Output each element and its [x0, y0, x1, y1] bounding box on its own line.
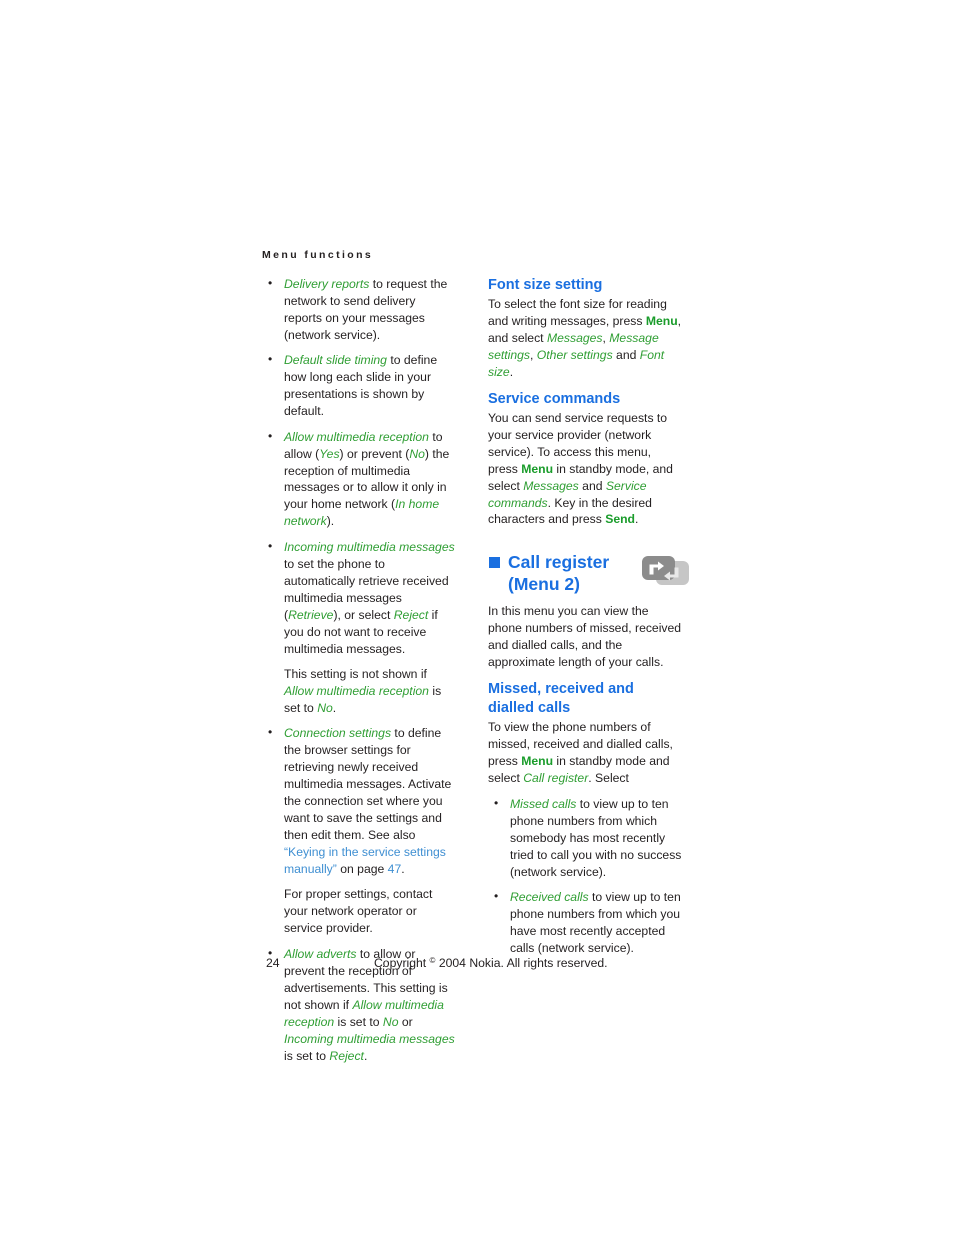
list-item-default-slide-timing: Default slide timing to define how long …	[262, 351, 456, 420]
ui-term: Retrieve	[288, 607, 334, 622]
hard-key-label: Menu	[521, 461, 554, 476]
body-text: To select the font size for reading and …	[488, 297, 667, 328]
list-item-received-calls: Received calls to view up to ten phone n…	[488, 888, 682, 957]
copyright-pre: Copyright	[374, 956, 430, 970]
heading-font-size-setting: Font size setting	[488, 277, 603, 293]
body-text: is set to	[334, 1014, 383, 1029]
ui-term: Connection settings	[284, 726, 392, 741]
copyright-post: 2004 Nokia. All rights reserved.	[435, 956, 608, 970]
chapter-title-call-register: Call register (Menu 2)	[488, 552, 658, 595]
ui-term: Delivery reports	[284, 277, 370, 291]
ui-term: Allow adverts	[284, 946, 357, 961]
ui-term: Call register	[523, 771, 589, 786]
ui-term: Allow multimedia reception	[284, 429, 429, 444]
body-text: For proper settings, contact your networ…	[284, 887, 433, 936]
ui-term: No	[409, 446, 425, 461]
body-text: ,	[530, 347, 537, 362]
ui-term: Reject	[329, 1048, 364, 1063]
left-column: Delivery reports to request the network …	[262, 275, 456, 1073]
page-number: 24	[266, 956, 280, 970]
note-connection-settings: For proper settings, contact your networ…	[262, 886, 456, 937]
ui-term: Default slide timing	[284, 353, 387, 368]
hard-key-label: Menu	[645, 313, 678, 328]
chapter-title-line1: Call register	[508, 552, 610, 573]
left-bullet-list: Delivery reports to request the network …	[262, 275, 456, 1064]
body-text: .	[401, 862, 405, 876]
list-item-allow-multimedia-reception: Allow multimedia reception to allow (Yes…	[262, 428, 456, 531]
ui-term: Received calls	[510, 890, 589, 905]
body-text: and	[578, 478, 606, 493]
ui-term: Allow multimedia reception	[284, 683, 429, 698]
hard-key-label: Send	[605, 512, 635, 527]
list-item-delivery-reports: Delivery reports to request the network …	[262, 275, 456, 344]
body-text: This setting is not shown if	[284, 667, 427, 682]
body-text: is set to	[284, 1048, 330, 1063]
paragraph-call-register-intro: In this menu you can view the phone numb…	[488, 603, 682, 671]
ui-term: No	[382, 1014, 399, 1029]
copyright-notice: Copyright © 2004 Nokia. All rights reser…	[374, 956, 608, 970]
note-incoming-multimedia-messages: This setting is not shown if Allow multi…	[262, 666, 456, 717]
ui-term: Incoming multimedia messages	[284, 539, 455, 554]
paragraph-font-size-setting: To select the font size for reading and …	[488, 296, 682, 381]
right-bullet-list: Missed calls to view up to ten phone num…	[488, 795, 682, 957]
ui-term: Incoming multimedia messages	[284, 1031, 455, 1046]
ui-term: Other settings	[536, 347, 613, 362]
body-text: ) or prevent (	[339, 446, 410, 461]
body-text: In this menu you can view the phone numb…	[488, 604, 682, 670]
heading-missed-received-dialled: Missed, received and dialled calls	[488, 681, 634, 717]
body-text: .	[363, 1048, 368, 1063]
body-text: or	[398, 1014, 413, 1029]
hard-key-label: Menu	[521, 754, 554, 769]
chapter-title-line2: (Menu 2)	[508, 573, 580, 594]
body-text: ), or select	[333, 607, 394, 622]
call-register-icon	[640, 554, 694, 588]
body-text: . Select	[588, 771, 629, 786]
list-item-connection-settings: Connection settings to define the browse…	[262, 724, 456, 878]
body-text: and	[612, 347, 640, 362]
list-item-incoming-multimedia-messages: Incoming multimedia messages to set the …	[262, 538, 456, 658]
ui-term: Messages	[523, 478, 579, 493]
body-text: .	[635, 512, 639, 527]
body-text: on page	[336, 862, 388, 876]
chapter-call-register: Call register (Menu 2)	[488, 552, 689, 596]
ui-term: Yes	[319, 446, 340, 461]
running-head: Menu functions	[262, 249, 374, 261]
paragraph-service-commands: You can send service requests to your se…	[488, 410, 682, 529]
body-text: to define the browser settings for retri…	[284, 726, 452, 843]
document-page: Menu functions Delivery reports to reque…	[0, 0, 954, 1235]
list-item-missed-calls: Missed calls to view up to ten phone num…	[488, 795, 682, 881]
body-text: .	[509, 364, 514, 379]
body-text: .	[332, 700, 337, 715]
ui-term: No	[317, 700, 333, 715]
paragraph-missed-received-dialled-intro: To view the phone numbers of missed, rec…	[488, 719, 682, 787]
chapter-square-bullet-icon	[489, 557, 500, 569]
cross-reference-link[interactable]: 47	[388, 862, 402, 876]
ui-term: Missed calls	[510, 797, 577, 812]
body-text: ).	[326, 514, 335, 529]
heading-service-commands: Service commands	[488, 390, 621, 407]
right-column: Font size setting To select the font siz…	[488, 276, 689, 966]
ui-term: Messages	[546, 330, 603, 345]
ui-term: Reject	[393, 607, 429, 622]
